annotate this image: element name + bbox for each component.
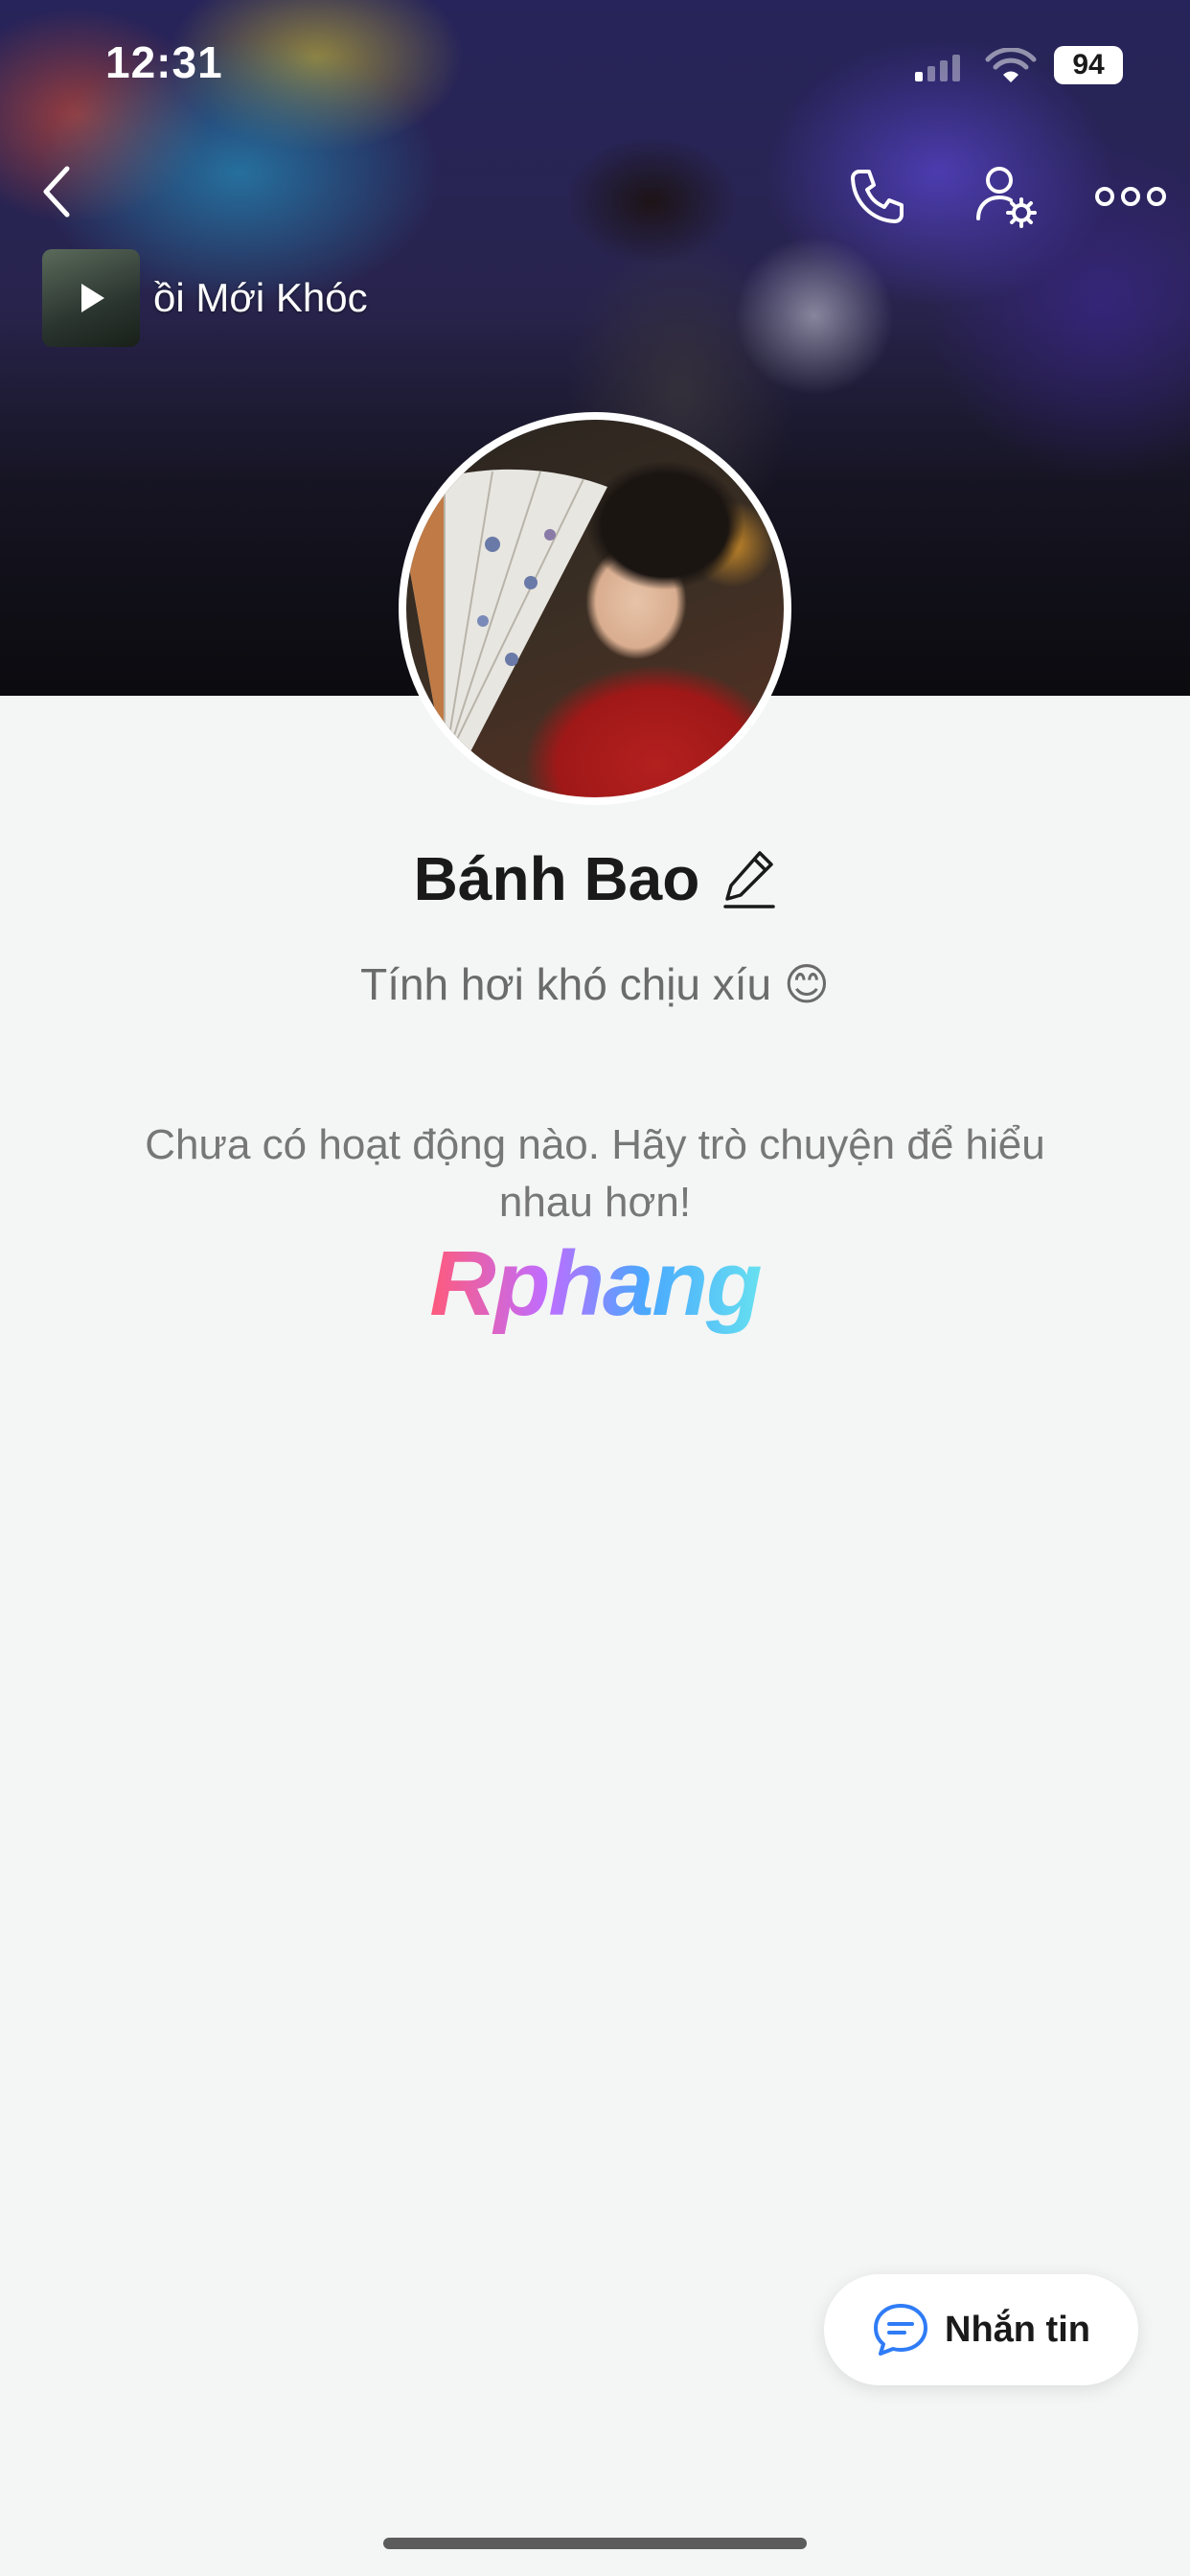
avatar-image (406, 420, 784, 797)
watermark-text: Rphang (429, 1232, 762, 1335)
status-time: 12:31 (105, 37, 223, 87)
profile-name: Bánh Bao (413, 844, 700, 913)
profile-status: Tính hơi khó chịu xíu 😊 (360, 959, 830, 1009)
watermark-logo: Rphang (0, 1231, 1190, 1337)
call-button[interactable] (834, 153, 920, 240)
home-indicator[interactable] (383, 2538, 807, 2549)
profile-settings-button[interactable] (963, 153, 1049, 240)
music-title: ồi Mới Khóc (153, 275, 368, 320)
chevron-left-icon (43, 166, 70, 218)
music-thumbnail[interactable] (42, 249, 140, 347)
ellipsis-icon (1095, 187, 1166, 206)
profile-name-row: Bánh Bao (0, 843, 1190, 914)
back-button[interactable] (29, 153, 86, 230)
status-bar: 12:31 94 (0, 0, 1190, 125)
pencil-icon (723, 851, 776, 908)
wifi-icon (985, 48, 1037, 82)
user-gear-icon (976, 167, 1037, 228)
cellular-signal-icon (915, 55, 960, 81)
fan-decoration (406, 469, 607, 766)
edit-name-button[interactable] (722, 848, 776, 909)
message-button-label: Nhắn tin (945, 2309, 1090, 2350)
avatar[interactable] (399, 412, 791, 805)
message-button[interactable]: Nhắn tin (824, 2274, 1138, 2385)
play-icon (81, 284, 104, 312)
phone-icon (851, 170, 904, 223)
chat-bubble-icon (874, 2304, 927, 2356)
battery-level: 94 (1054, 46, 1123, 84)
profile-music[interactable]: ồi Mới Khóc (42, 249, 368, 347)
more-button[interactable] (1087, 153, 1174, 240)
empty-feed-message: Chưa có hoạt động nào. Hãy trò chuyện để… (145, 1121, 1045, 1226)
